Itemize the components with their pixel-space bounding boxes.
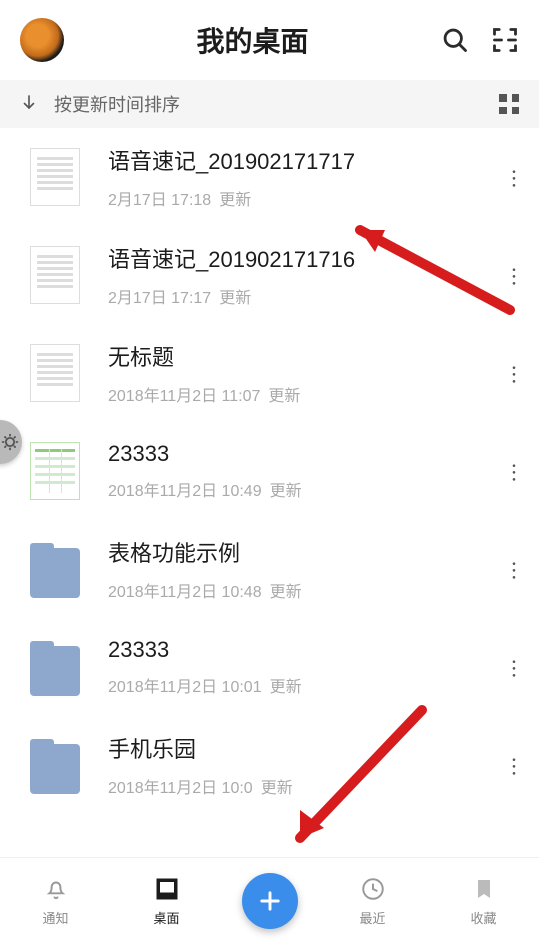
file-meta: 2月17日 17:18更新: [108, 186, 493, 210]
tab-label: 收藏: [470, 908, 496, 927]
bookmark-icon: [472, 874, 496, 904]
sort-direction-icon: [20, 93, 38, 116]
more-icon[interactable]: ︙: [493, 555, 533, 584]
tab-recent[interactable]: 最近: [337, 874, 409, 927]
folder-icon: [30, 736, 80, 794]
more-icon[interactable]: ︙: [493, 359, 533, 388]
file-name: 23333: [108, 441, 493, 467]
document-icon: [30, 246, 80, 304]
tab-favorite[interactable]: 收藏: [448, 874, 520, 927]
scan-icon[interactable]: [491, 26, 519, 54]
sort-bar[interactable]: 按更新时间排序: [0, 80, 539, 128]
tab-desktop[interactable]: 桌面: [131, 874, 203, 927]
folder-icon: [30, 638, 80, 696]
more-icon[interactable]: ︙: [493, 653, 533, 682]
tab-label: 桌面: [153, 908, 179, 927]
file-row[interactable]: 23333 2018年11月2日 10:01更新 ︙: [0, 618, 539, 716]
search-icon[interactable]: [441, 26, 469, 54]
file-meta: 2018年11月2日 10:01更新: [108, 673, 493, 697]
file-name: 手机乐园: [108, 732, 493, 764]
desktop-icon: [153, 874, 181, 904]
clock-icon: [360, 874, 386, 904]
file-name: 语音速记_201902171717: [108, 144, 493, 176]
file-row[interactable]: 手机乐园 2018年11月2日 10:0更新 ︙: [0, 716, 539, 814]
bottom-nav: 通知 桌面 最近 收藏: [0, 857, 539, 943]
file-name: 表格功能示例: [108, 536, 493, 568]
bell-icon: [43, 874, 69, 904]
more-icon[interactable]: ︙: [493, 457, 533, 486]
file-row[interactable]: 无标题 2018年11月2日 11:07更新 ︙: [0, 324, 539, 422]
file-meta: 2018年11月2日 10:48更新: [108, 578, 493, 602]
file-meta: 2018年11月2日 11:07更新: [108, 382, 493, 406]
sort-label: 按更新时间排序: [54, 91, 499, 117]
file-name: 无标题: [108, 340, 493, 372]
file-name: 23333: [108, 637, 493, 663]
folder-icon: [30, 540, 80, 598]
add-button[interactable]: [242, 873, 298, 929]
file-row[interactable]: 语音速记_201902171717 2月17日 17:18更新 ︙: [0, 128, 539, 226]
more-icon[interactable]: ︙: [493, 163, 533, 192]
file-meta: 2018年11月2日 10:49更新: [108, 477, 493, 501]
spreadsheet-icon: [30, 442, 80, 500]
file-list: 语音速记_201902171717 2月17日 17:18更新 ︙ 语音速记_2…: [0, 128, 539, 814]
file-meta: 2018年11月2日 10:0更新: [108, 774, 493, 798]
tab-label: 最近: [359, 908, 385, 927]
document-icon: [30, 344, 80, 402]
file-row[interactable]: 23333 2018年11月2日 10:49更新 ︙: [0, 422, 539, 520]
file-name: 语音速记_201902171716: [108, 242, 493, 274]
tab-label: 通知: [42, 908, 68, 927]
more-icon[interactable]: ︙: [493, 261, 533, 290]
view-grid-icon[interactable]: [499, 94, 519, 114]
file-row[interactable]: 语音速记_201902171716 2月17日 17:17更新 ︙: [0, 226, 539, 324]
more-icon[interactable]: ︙: [493, 751, 533, 780]
document-icon: [30, 148, 80, 206]
file-meta: 2月17日 17:17更新: [108, 284, 493, 308]
tab-notify[interactable]: 通知: [20, 874, 92, 927]
file-row[interactable]: 表格功能示例 2018年11月2日 10:48更新 ︙: [0, 520, 539, 618]
page-title: 我的桌面: [64, 20, 441, 60]
avatar[interactable]: [20, 18, 64, 62]
